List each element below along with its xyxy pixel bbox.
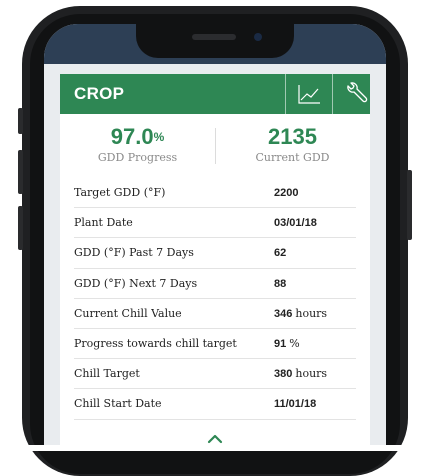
row-label: GDD (°F) Next 7 Days [74,276,198,290]
line-chart-icon [298,85,320,104]
row-value: 88 [274,277,287,290]
phone-screen: CROP 97.0% GDD Progress 2135 Current GDD… [44,24,386,451]
phone-power-button [407,170,412,240]
settings-button[interactable] [332,74,379,114]
row-label: Plant Date [74,216,133,230]
phone-notch [136,24,294,58]
speaker-grille [192,34,236,40]
wrench-icon [347,82,368,103]
row-label: GDD (°F) Past 7 Days [74,246,194,260]
current-gdd-stat: 2135 Current GDD [215,124,370,165]
current-gdd-value: 2135 [268,124,317,149]
row-value: 2200 [274,187,299,199]
gdd-past-7-days-row: GDD (°F) Past 7 Days 62 [74,238,356,269]
gdd-progress-value: 97.0% [110,124,165,149]
card-title: CROP [74,84,125,103]
crop-card: CROP 97.0% GDD Progress 2135 Current GDD… [60,74,370,451]
collapse-button[interactable] [205,431,225,445]
row-label: Progress towards chill target [74,336,237,350]
chart-button[interactable] [285,74,332,114]
chill-progress-row: Progress towards chill target 91% [74,329,356,360]
phone-volume-up-button [18,150,23,194]
row-value: 11/01/18 [274,398,317,411]
stats-panel: 97.0% GDD Progress 2135 Current GDD [60,114,370,176]
row-label: Target GDD (°F) [74,186,166,199]
row-label: Current Chill Value [74,306,182,320]
row-value: 380 hours [274,367,328,381]
chill-start-date-row: Chill Start Date 11/01/18 [74,389,356,420]
phone-side-button [18,108,23,134]
gdd-next-7-days-row: GDD (°F) Next 7 Days 88 [74,269,356,299]
chevron-up-icon [207,434,223,444]
plant-date-row: Plant Date 03/01/18 [74,208,356,239]
current-gdd-label: Current GDD [255,151,330,164]
chill-target-row: Chill Target 380 hours [74,359,356,390]
page-bottom-strip [0,445,430,451]
crop-details-list: Target GDD (°F) 2200 Plant Date 03/01/18… [74,178,356,420]
row-value: 346 hours [274,306,328,320]
row-value: 62 [274,247,287,260]
card-header: CROP [60,74,370,114]
row-label: Chill Start Date [74,397,162,411]
target-gdd-row: Target GDD (°F) 2200 [74,178,356,209]
phone-volume-down-button [18,206,23,250]
row-value: 03/01/18 [274,217,317,230]
current-chill-value-row: Current Chill Value 346 hours [74,299,356,329]
gdd-progress-label: GDD Progress [97,151,178,164]
row-label: Chill Target [74,367,140,381]
row-value: 91% [274,336,300,350]
front-camera [254,33,262,41]
gdd-progress-stat: 97.0% GDD Progress [60,124,215,165]
